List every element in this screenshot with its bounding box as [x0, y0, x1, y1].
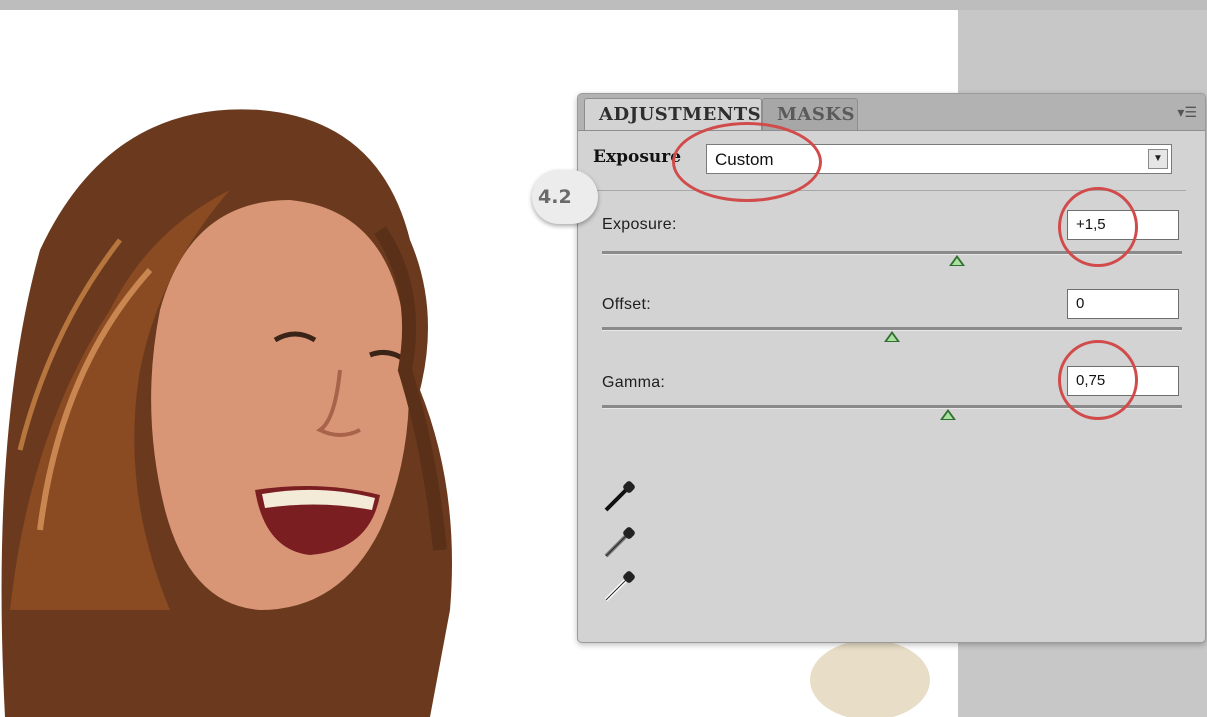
exposure-input[interactable]: +1,5: [1067, 210, 1179, 240]
divider: [596, 190, 1186, 191]
top-strip: [0, 0, 1207, 10]
adjustments-panel: ADJUSTMENTS MASKS ▾☰ Exposure Custom ▼ E…: [577, 93, 1206, 643]
offset-input[interactable]: 0: [1067, 289, 1179, 319]
exposure-slider-thumb[interactable]: [949, 255, 965, 266]
preset-row: Exposure Custom ▼: [578, 131, 1205, 185]
tab-masks[interactable]: MASKS: [762, 98, 858, 130]
panel-tab-bar: ADJUSTMENTS MASKS ▾☰: [578, 94, 1205, 131]
gamma-slider-thumb[interactable]: [940, 409, 956, 420]
step-badge: 4.2: [532, 170, 598, 224]
offset-slider-thumb[interactable]: [884, 331, 900, 342]
gamma-input[interactable]: 0,75: [1067, 366, 1179, 396]
white-point-eyedropper-icon[interactable]: [600, 566, 640, 606]
offset-slider-track[interactable]: [602, 327, 1182, 342]
chevron-down-icon[interactable]: ▼: [1148, 149, 1168, 169]
tab-adjustments[interactable]: ADJUSTMENTS: [584, 98, 762, 130]
offset-label: Offset:: [602, 296, 651, 313]
preset-dropdown-value: Custom: [715, 150, 774, 169]
exposure-label: Exposure:: [602, 216, 677, 233]
black-point-eyedropper-icon[interactable]: [600, 476, 640, 516]
adjustment-type-label: Exposure: [593, 147, 682, 167]
panel-menu-icon[interactable]: ▾☰: [1175, 103, 1197, 121]
preset-dropdown[interactable]: Custom ▼: [706, 144, 1172, 174]
gamma-label: Gamma:: [602, 374, 666, 391]
gray-point-eyedropper-icon[interactable]: [600, 522, 640, 562]
gamma-slider-track[interactable]: [602, 405, 1182, 420]
exposure-slider-track[interactable]: [602, 251, 1182, 266]
